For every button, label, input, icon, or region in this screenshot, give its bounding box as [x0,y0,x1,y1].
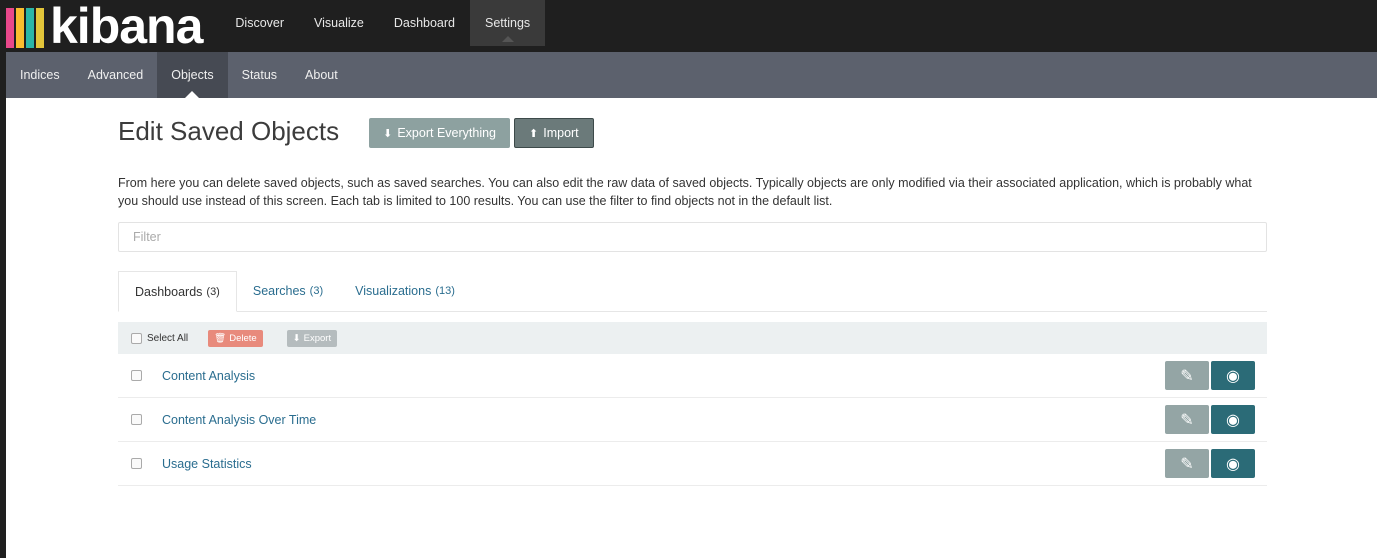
logo-wordmark: kibana [50,0,203,54]
logo-bar-4 [36,8,44,48]
logo-bars [6,8,46,48]
table-row: Content Analysis ✎ ◉ [118,354,1267,398]
tab-visualizations-count: (13) [435,285,455,297]
trash-icon: 🗑 [214,332,227,344]
object-link[interactable]: Content Analysis [162,369,255,383]
table-row: Content Analysis Over Time ✎ ◉ [118,398,1267,442]
pencil-icon: ✎ [1180,367,1194,385]
export-button[interactable]: ⬇ Export [286,329,338,347]
logo-bar-2 [16,8,24,48]
object-link[interactable]: Content Analysis Over Time [162,413,316,427]
row-actions: ✎ ◉ [1163,449,1255,478]
edit-button[interactable]: ✎ [1165,405,1209,434]
subnav-objects[interactable]: Objects [157,52,228,98]
select-all-checkbox[interactable] [131,332,142,344]
top-navbar: kibana Discover Visualize Dashboard Sett… [6,0,1377,52]
kibana-logo[interactable]: kibana [6,0,203,54]
bulk-actions-toolbar: Select All 🗑 Delete ⬇ Export [118,322,1267,354]
export-everything-button[interactable]: ⬇ Export Everything [369,118,511,148]
object-link[interactable]: Usage Statistics [162,457,252,471]
filter-placeholder: Filter [133,230,161,244]
download-icon: ⬇ [292,332,301,344]
tab-dashboards-label: Dashboards [135,284,203,299]
settings-subnav: Indices Advanced Objects Status About [6,52,1377,98]
row-checkbox[interactable] [131,370,142,381]
top-nav-menu: Discover Visualize Dashboard Settings [220,0,546,52]
row-actions: ✎ ◉ [1163,361,1255,390]
tab-dashboards-count: (3) [206,285,220,298]
page-header: Edit Saved Objects ⬇ Export Everything ⬆… [118,98,1267,168]
view-button[interactable]: ◉ [1211,449,1255,478]
export-everything-label: Export Everything [397,126,497,140]
subnav-status[interactable]: Status [228,52,291,98]
edit-button[interactable]: ✎ [1165,361,1209,390]
delete-label: Delete [229,332,257,344]
eye-icon: ◉ [1226,455,1240,473]
object-type-tabs: Dashboards (3) Searches (3) Visualizatio… [118,271,1267,312]
subnav-indices[interactable]: Indices [6,52,74,98]
app-frame: kibana Discover Visualize Dashboard Sett… [0,0,1377,558]
tab-searches[interactable]: Searches (3) [237,271,339,311]
table-row: Usage Statistics ✎ ◉ [118,442,1267,486]
edit-button[interactable]: ✎ [1165,449,1209,478]
page-description: From here you can delete saved objects, … [118,176,1252,208]
logo-bar-3 [26,8,34,48]
tab-dashboards[interactable]: Dashboards (3) [118,271,237,312]
pencil-icon: ✎ [1180,411,1194,429]
pencil-icon: ✎ [1180,455,1194,473]
page-title: Edit Saved Objects [118,115,340,146]
tab-visualizations-label: Visualizations [355,284,432,298]
import-label: Import [543,126,579,140]
delete-button[interactable]: 🗑 Delete [208,329,263,347]
eye-icon: ◉ [1226,367,1240,385]
subnav-advanced[interactable]: Advanced [74,52,158,98]
row-checkbox[interactable] [131,458,142,469]
tab-searches-count: (3) [309,285,324,297]
nav-dashboard[interactable]: Dashboard [379,0,470,46]
eye-icon: ◉ [1226,411,1240,429]
nav-settings[interactable]: Settings [470,0,546,46]
nav-visualize[interactable]: Visualize [299,0,379,46]
row-actions: ✎ ◉ [1163,405,1255,434]
upload-icon: ⬆ [529,127,539,140]
download-icon: ⬇ [383,127,393,140]
logo-bar-1 [6,8,14,48]
view-button[interactable]: ◉ [1211,361,1255,390]
filter-input[interactable]: Filter [118,222,1267,252]
row-checkbox[interactable] [131,414,142,425]
select-all-label: Select All [147,332,189,344]
subnav-about[interactable]: About [291,52,352,98]
export-label: Export [303,332,332,344]
tab-searches-label: Searches [252,284,306,298]
import-button[interactable]: ⬆ Import [514,118,594,148]
view-button[interactable]: ◉ [1211,405,1255,434]
nav-discover[interactable]: Discover [220,0,299,46]
main-content: Edit Saved Objects ⬇ Export Everything ⬆… [118,98,1267,486]
tab-visualizations[interactable]: Visualizations (13) [339,271,471,311]
